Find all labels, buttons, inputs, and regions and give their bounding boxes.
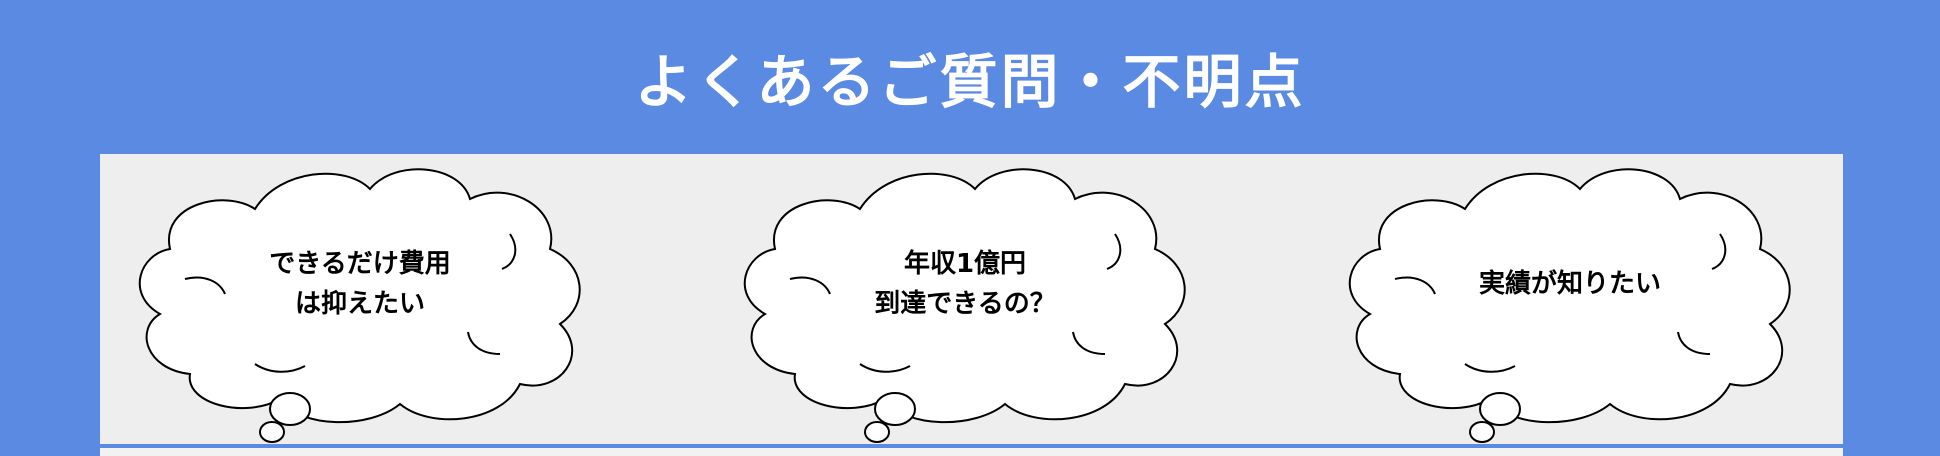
question-line-1: 年収1億円 — [903, 249, 1027, 279]
question-text: 年収1億円 到達できるの？ — [835, 234, 1095, 334]
next-section-edge — [100, 448, 1843, 456]
question-line-1: 実績が知りたい — [1478, 269, 1661, 299]
faq-panel: できるだけ費用 は抑えたい 年収1億円 到達できるの？ 実績が知りたい — [100, 154, 1843, 444]
question-text: 実績が知りたい — [1440, 234, 1700, 334]
question-line-2: は抑えたい — [294, 289, 425, 319]
question-cloud-cost[interactable]: できるだけ費用 は抑えたい — [130, 154, 620, 444]
question-cloud-results[interactable]: 実績が知りたい — [1340, 154, 1830, 444]
question-line-2: 到達できるの？ — [874, 289, 1056, 319]
question-line-1: できるだけ費用 — [269, 249, 451, 279]
question-cloud-income[interactable]: 年収1億円 到達できるの？ — [735, 154, 1225, 444]
question-text: できるだけ費用 は抑えたい — [230, 234, 490, 334]
page-title: よくあるご質問・不明点 — [634, 48, 1306, 116]
